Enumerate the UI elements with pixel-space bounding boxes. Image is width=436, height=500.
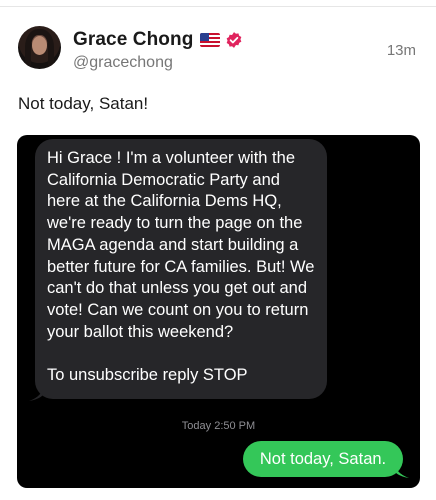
outgoing-bubble-tail (395, 466, 409, 478)
verified-badge-icon (227, 32, 242, 48)
author-handle[interactable]: @gracechong (73, 54, 173, 72)
message-timestamp-time: 2:50 PM (214, 420, 256, 432)
post-text: Not today, Satan! (18, 94, 149, 113)
card-bottom-spacer (0, 492, 436, 500)
author-display-name[interactable]: Grace Chong (73, 29, 193, 51)
avatar-face (32, 36, 47, 55)
us-flag-icon (200, 33, 221, 47)
post-timestamp[interactable]: 13m (387, 42, 416, 59)
flag-canton (200, 33, 210, 41)
author-name-row: Grace Chong (73, 28, 243, 52)
top-divider (0, 6, 436, 7)
message-screenshot-image[interactable]: Hi Grace ! I'm a volunteer with the Cali… (17, 135, 420, 488)
incoming-bubble-tail (29, 389, 43, 401)
outgoing-message-bubble: Not today, Satan. (243, 441, 403, 477)
post-header: Grace Chong @gracechong 13m (18, 26, 418, 76)
message-timestamp: Today 2:50 PM (17, 420, 420, 432)
message-timestamp-day: Today (181, 420, 212, 432)
avatar[interactable] (18, 26, 61, 69)
incoming-message-bubble: Hi Grace ! I'm a volunteer with the Cali… (35, 139, 327, 399)
